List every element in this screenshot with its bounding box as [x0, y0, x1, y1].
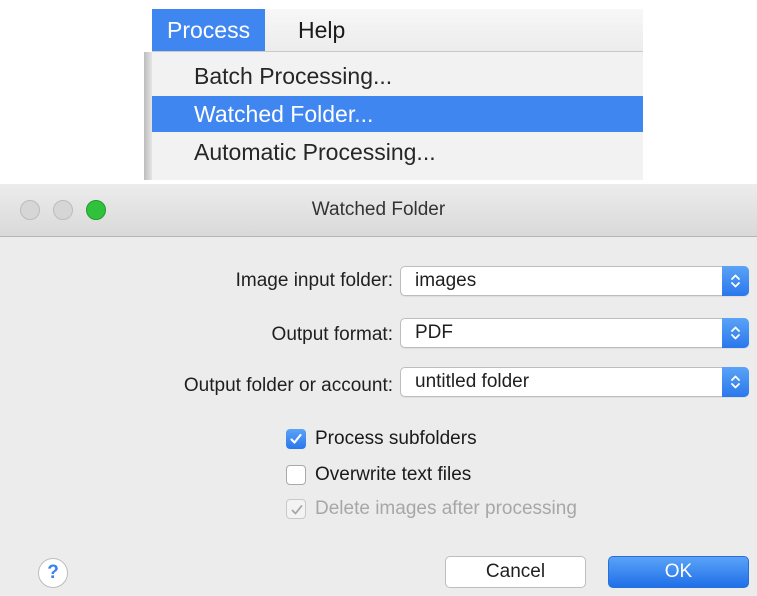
watched-folder-dialog: Watched Folder Image input folder: image… — [0, 184, 757, 596]
checkbox-unchecked[interactable] — [286, 465, 306, 485]
menu-item-automatic-processing[interactable]: Automatic Processing... — [152, 134, 643, 170]
output-format-label: Output format: — [271, 324, 393, 345]
menu-help[interactable]: Help — [298, 9, 345, 51]
input-folder-label: Image input folder: — [235, 270, 393, 291]
title-bar: Watched Folder — [0, 184, 757, 237]
output-format-select[interactable]: PDF — [400, 318, 749, 348]
menu-bar: Process Help — [152, 9, 643, 52]
help-button[interactable]: ? — [38, 558, 68, 588]
window-title: Watched Folder — [311, 199, 446, 220]
process-menu-dropdown: Batch Processing... Watched Folder... Au… — [144, 52, 643, 180]
overwrite-text-files-label: Overwrite text files — [315, 464, 472, 485]
output-folder-select[interactable]: untitled folder — [400, 367, 749, 397]
menu-item-batch-processing[interactable]: Batch Processing... — [152, 58, 643, 94]
checkbox-checked[interactable] — [286, 429, 306, 449]
output-folder-label: Output folder or account: — [183, 375, 393, 396]
up-down-chevron-icon — [722, 318, 749, 348]
input-folder-value: images — [415, 270, 477, 291]
cancel-button[interactable]: Cancel — [445, 556, 586, 588]
input-folder-select[interactable]: images — [400, 266, 749, 296]
process-subfolders-label: Process subfolders — [315, 428, 477, 449]
up-down-chevron-icon — [722, 266, 749, 296]
checkbox-disabled-checked — [286, 499, 306, 519]
menu-item-watched-folder[interactable]: Watched Folder... — [152, 96, 643, 132]
up-down-chevron-icon — [722, 367, 749, 397]
ok-button[interactable]: OK — [608, 556, 749, 588]
delete-images-label: Delete images after processing — [315, 498, 577, 519]
output-folder-value: untitled folder — [415, 371, 530, 392]
dropdown-edge — [144, 52, 152, 180]
output-format-value: PDF — [415, 322, 453, 343]
menu-process[interactable]: Process — [152, 9, 266, 51]
